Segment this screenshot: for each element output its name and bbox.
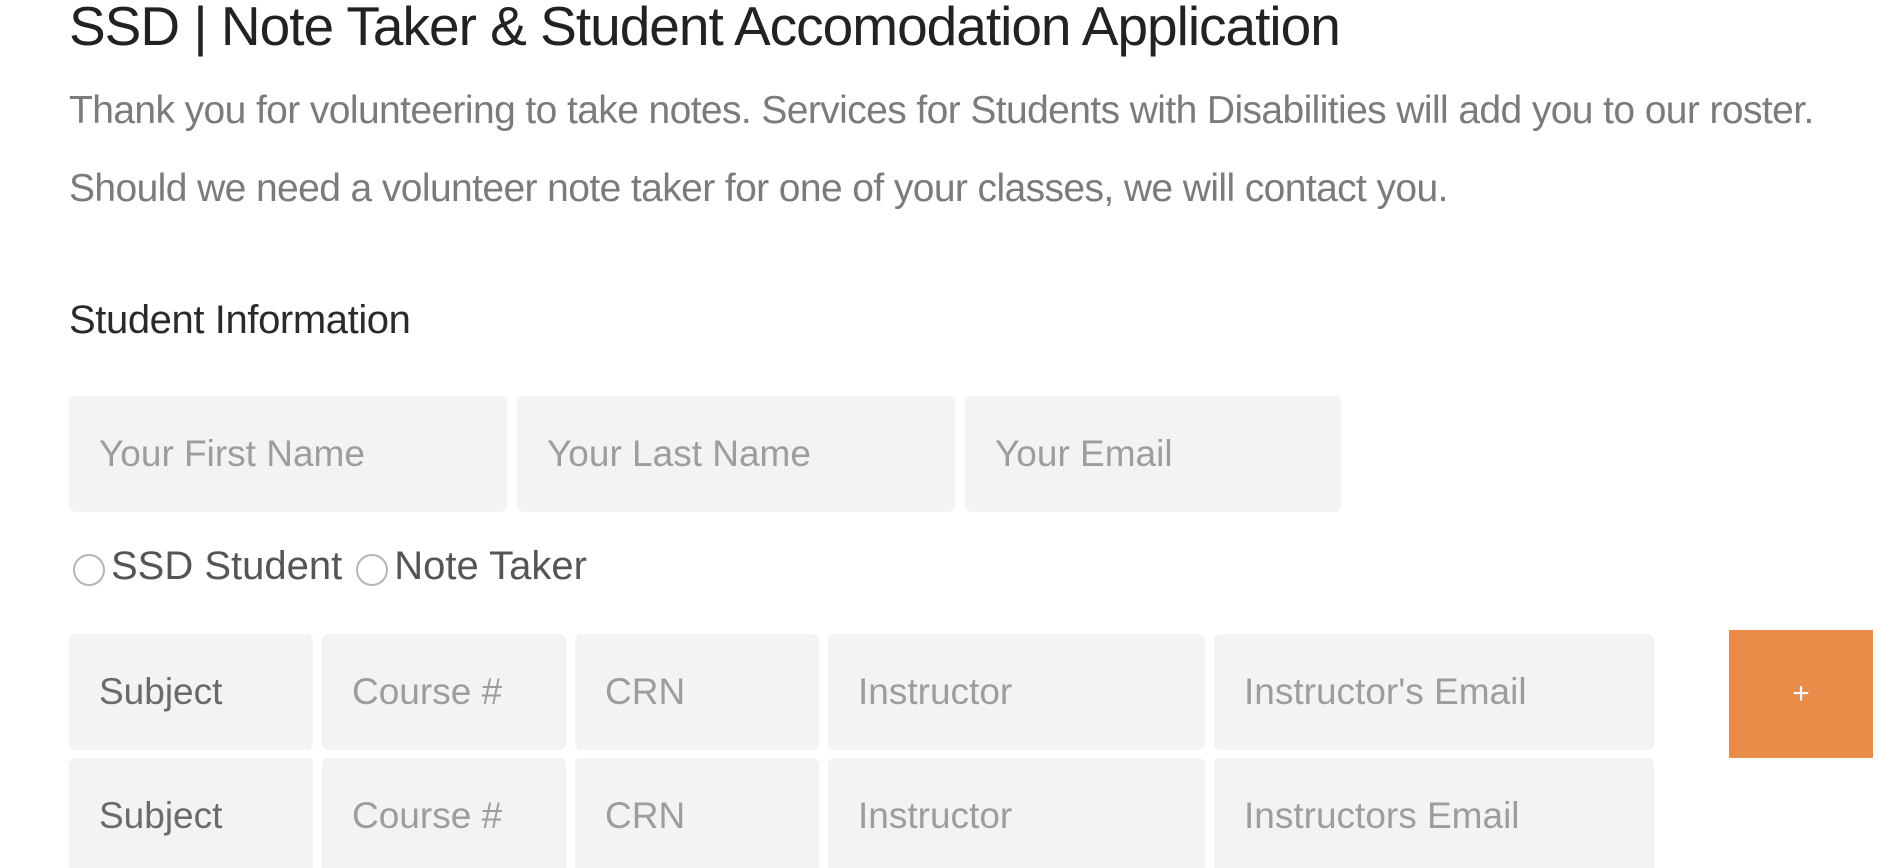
ssd-student-label: SSD Student: [111, 543, 343, 588]
instructor-email-input-row-2[interactable]: [1214, 758, 1654, 868]
instructor-input-row-2[interactable]: [828, 758, 1205, 868]
role-radio-group: SSD Student Note Taker: [73, 536, 601, 596]
add-course-button[interactable]: +: [1729, 630, 1873, 758]
subject-field-row-2[interactable]: [69, 758, 313, 868]
ssd-student-radio[interactable]: [73, 554, 105, 586]
last-name-input[interactable]: [517, 396, 955, 512]
email-input[interactable]: [965, 396, 1341, 512]
intro-text: Thank you for volunteering to take notes…: [69, 89, 1814, 210]
note-taker-label: Note Taker: [394, 543, 587, 588]
page-title: SSD | Note Taker & Student Accomodation …: [69, 0, 1341, 57]
subject-field-row-1[interactable]: [69, 634, 313, 750]
first-name-input[interactable]: [69, 396, 507, 512]
crn-input-row-2[interactable]: [575, 758, 819, 868]
course-number-input-row-1[interactable]: [322, 634, 566, 750]
note-taker-radio[interactable]: [356, 554, 389, 586]
note-taker-option[interactable]: Note Taker: [356, 544, 601, 589]
ssd-student-option[interactable]: SSD Student: [73, 544, 356, 589]
crn-input-row-1[interactable]: [575, 634, 819, 750]
course-number-input-row-2[interactable]: [322, 758, 566, 868]
instructor-input-row-1[interactable]: [828, 634, 1205, 750]
student-information-heading: Student Information: [69, 298, 411, 342]
instructor-email-input-row-1[interactable]: [1214, 634, 1654, 750]
